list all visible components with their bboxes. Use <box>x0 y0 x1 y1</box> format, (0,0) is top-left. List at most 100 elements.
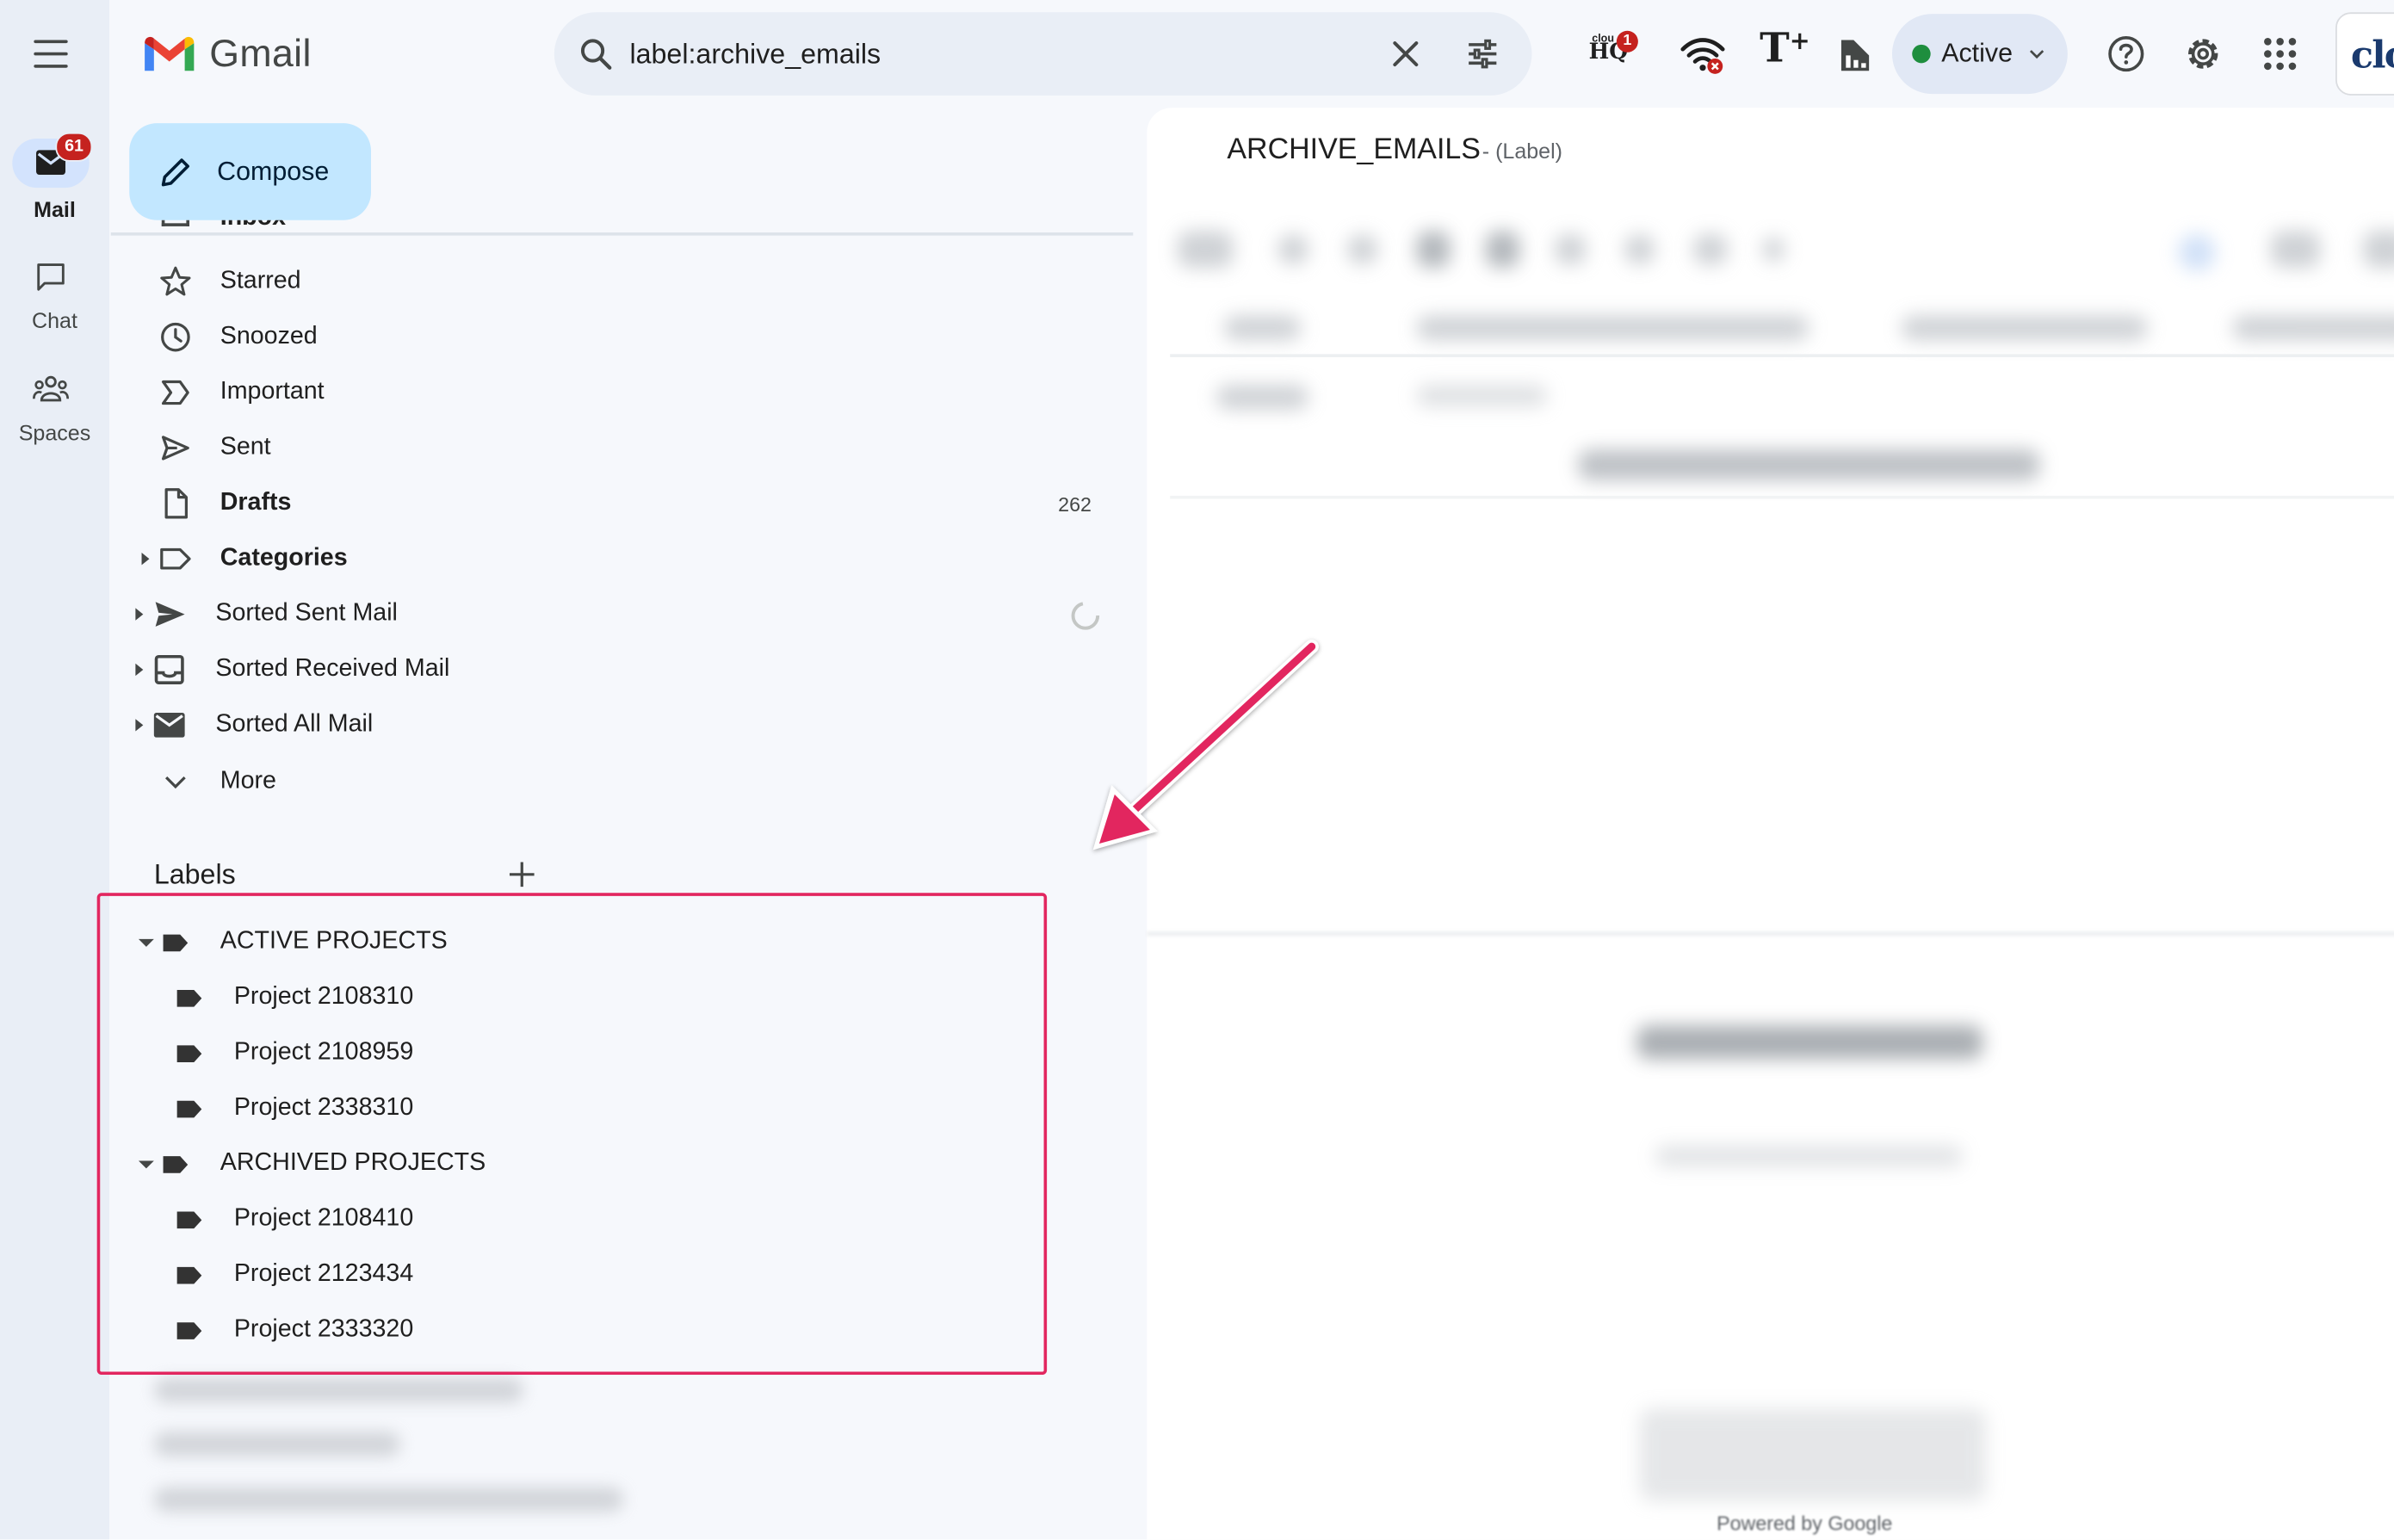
cloudhq-extension-icon[interactable]: HQ clou 1 <box>1584 26 1639 81</box>
inbox-icon <box>154 654 184 684</box>
labels-heading: Labels <box>153 858 236 890</box>
mail-filled-icon <box>153 713 185 738</box>
nav-label: Sorted Sent Mail <box>215 600 398 627</box>
nav-item-important[interactable]: Important <box>111 365 1142 420</box>
blurred-filter-chip <box>1901 315 2148 341</box>
rail-item-mail[interactable]: Mail <box>0 138 109 231</box>
search-options-icon[interactable] <box>1464 35 1501 72</box>
apps-grid-icon[interactable] <box>2263 37 2297 71</box>
nav-item-categories[interactable]: Categories <box>111 531 1142 586</box>
nav-label: Important <box>220 378 325 405</box>
compose-button[interactable]: Compose <box>129 123 372 220</box>
highlight-annotation-box <box>96 893 1048 1376</box>
send-filled-icon <box>155 602 185 627</box>
blurred-label-row <box>153 1487 624 1512</box>
gmail-m-icon <box>145 36 195 71</box>
chevron-down-icon <box>165 776 186 789</box>
nav-item-sorted-received-mail[interactable]: Sorted Received Mail <box>111 642 1142 697</box>
blurred-toolbar-item <box>1485 231 1520 269</box>
blurred-toolbar-item <box>1624 233 1655 265</box>
nav-label: Sent <box>220 434 271 461</box>
document-stats-icon[interactable] <box>1838 37 1871 74</box>
wifi-alert-icon[interactable] <box>1680 35 1726 75</box>
gmail-logo[interactable]: Gmail <box>142 28 312 80</box>
expand-caret-icon[interactable] <box>135 719 144 732</box>
blurred-message <box>1636 1025 1983 1060</box>
help-icon[interactable] <box>2106 34 2146 73</box>
nav-item-inbox-label: Inbox <box>220 220 286 232</box>
nav-item-sorted-sent-mail[interactable]: Sorted Sent Mail <box>111 586 1142 641</box>
blurred-message <box>1655 1145 1964 1167</box>
page-title: ARCHIVE_EMAILS - (Label) <box>1227 134 1562 168</box>
blurred-message <box>1578 449 2040 480</box>
expand-caret-icon[interactable] <box>135 663 144 677</box>
blurred-toolbar-item <box>1762 237 1785 263</box>
search-input[interactable] <box>629 34 1354 74</box>
main-menu-icon[interactable] <box>31 34 71 73</box>
blurred-filter-chip <box>1416 315 1809 341</box>
blurred-label-row <box>153 1377 524 1403</box>
inbox-icon <box>161 220 189 226</box>
account-logo[interactable]: clo <box>2335 12 2394 96</box>
blurred-filter-chip <box>1216 385 1309 410</box>
annotation-arrow-icon <box>1092 640 1319 850</box>
status-label: Active <box>1941 38 2013 68</box>
text-plus-icon[interactable]: T+ <box>1760 26 1810 72</box>
blurred-toolbar-item <box>2178 233 2216 271</box>
footer-text: Powered by Google <box>1717 1512 1893 1536</box>
rail-item-chat[interactable]: Chat <box>0 258 109 343</box>
nav-item-starred[interactable]: Starred <box>111 254 1142 309</box>
settings-gear-icon[interactable] <box>2181 33 2224 76</box>
nav-label: Snoozed <box>220 323 318 349</box>
nav-label: Starred <box>220 268 301 294</box>
clear-search-icon[interactable] <box>1389 37 1422 71</box>
expand-caret-icon[interactable] <box>141 553 150 566</box>
expand-caret-icon[interactable] <box>135 608 144 621</box>
add-label-icon[interactable] <box>505 857 539 891</box>
unread-count-badge: 61 <box>55 132 93 162</box>
nav-item-snoozed[interactable]: Snoozed <box>111 309 1142 364</box>
draft-icon <box>164 488 189 519</box>
blurred-toolbar-item <box>2363 231 2394 269</box>
nav-item-sent[interactable]: Sent <box>111 420 1142 475</box>
pencil-icon <box>161 158 189 186</box>
blurred-footer-text <box>1639 1408 1987 1501</box>
app-rail: Mail 61 Chat Spaces <box>0 0 109 1540</box>
nav-label: Sorted Received Mail <box>215 655 450 683</box>
status-dropdown[interactable]: Active <box>1891 14 2068 95</box>
nav-item-more[interactable]: More <box>111 754 1142 809</box>
blurred-filter-chip <box>1223 315 1302 341</box>
chevron-down-icon <box>2030 49 2044 59</box>
compose-label: Compose <box>217 156 330 186</box>
nav-item-sorted-all-mail[interactable]: Sorted All Mail <box>111 697 1142 752</box>
rail-label-mail: Mail <box>34 196 76 222</box>
nav-label: More <box>220 768 276 795</box>
spaces-icon <box>33 375 70 402</box>
blurred-filter-chip <box>2232 315 2394 341</box>
rail-label-spaces: Spaces <box>18 420 91 445</box>
blurred-toolbar-item <box>2270 231 2321 269</box>
label-subtitle: - (Label) <box>1482 138 1563 164</box>
loading-spinner-icon <box>1071 602 1100 630</box>
blurred-toolbar-item <box>1693 233 1728 265</box>
drafts-count: 262 <box>1058 492 1092 516</box>
rail-item-spaces[interactable]: Spaces <box>0 371 109 455</box>
nav-item-drafts[interactable]: Drafts 262 <box>111 476 1142 531</box>
status-dot-icon <box>1912 44 1931 64</box>
blurred-toolbar-item <box>1178 231 1234 269</box>
blurred-toolbar-item <box>1555 233 1587 265</box>
blurred-filter-chip <box>1416 385 1548 407</box>
nav-label: Sorted All Mail <box>215 711 374 738</box>
nav-label: Drafts <box>220 489 292 516</box>
blurred-toolbar-item <box>1346 233 1378 265</box>
blurred-toolbar-item <box>1416 231 1451 269</box>
app-name: Gmail <box>209 31 312 75</box>
search-icon[interactable] <box>578 35 615 72</box>
extension-badge: 1 <box>1616 30 1638 53</box>
blurred-label-row <box>153 1432 400 1457</box>
search-bar[interactable] <box>554 12 1532 96</box>
send-icon <box>161 436 189 461</box>
label-title: ARCHIVE_EMAILS <box>1227 133 1481 167</box>
blurred-toolbar-item <box>1277 233 1309 265</box>
blurred-divider <box>1170 495 2394 499</box>
